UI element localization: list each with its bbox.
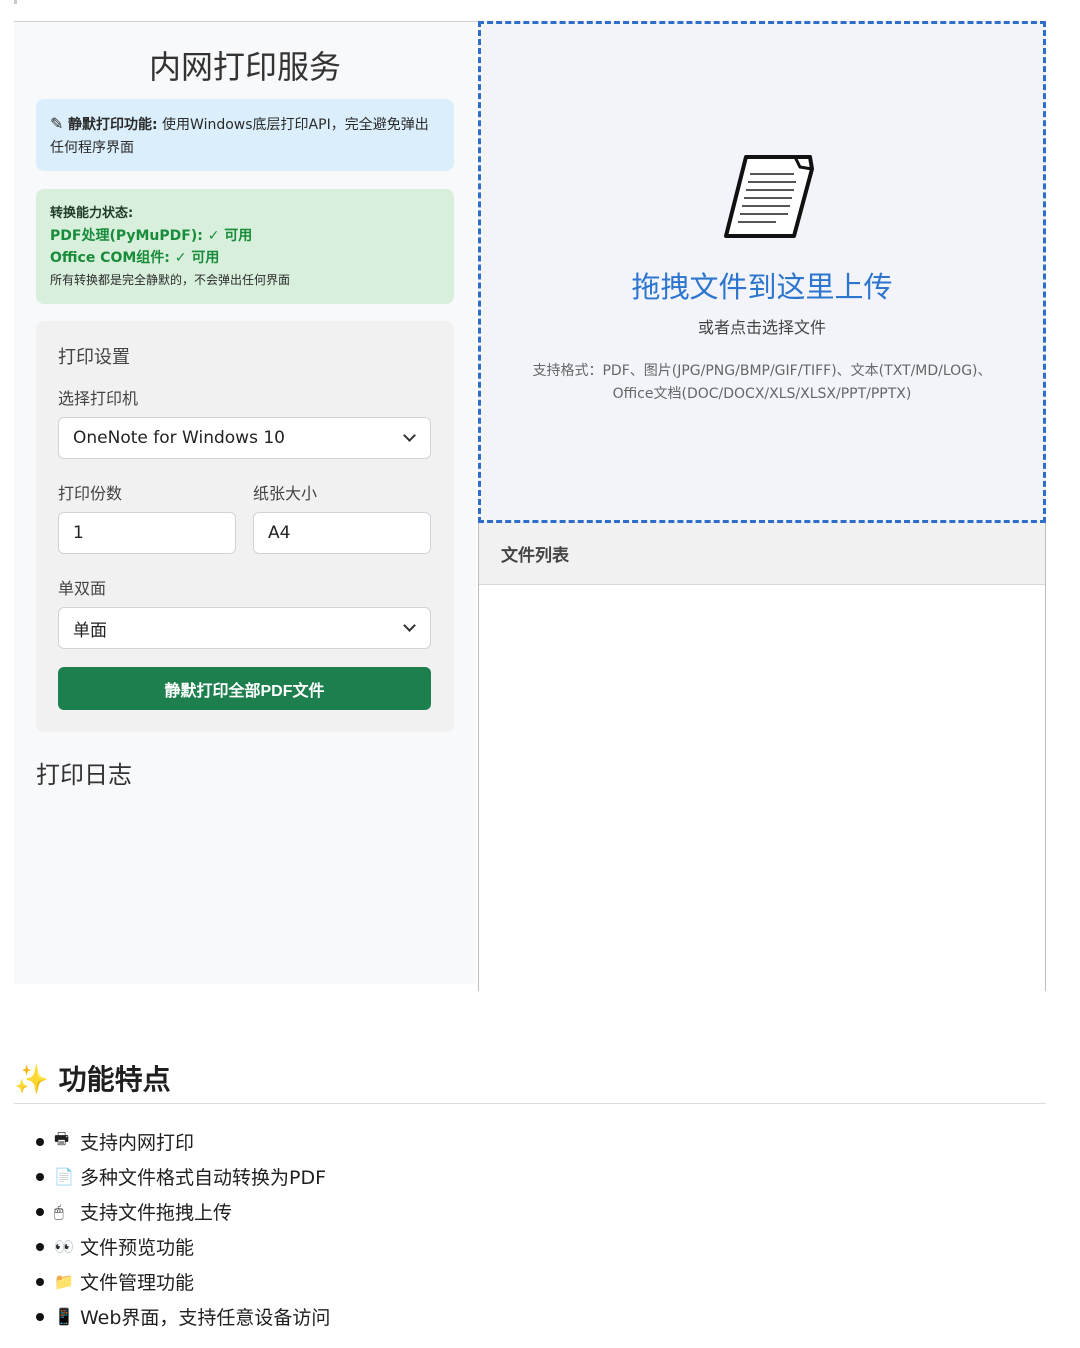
conversion-status: 转换能力状态: PDF处理(PyMuPDF): ✓ 可用 Office COM组… xyxy=(36,189,454,304)
sparkles-icon: ✨ xyxy=(14,1063,49,1096)
mouse-icon: 🖱 xyxy=(54,1201,64,1221)
status-title: 转换能力状态: xyxy=(50,206,134,221)
list-item: 📱 Web界面，支持任意设备访问 xyxy=(36,1299,330,1334)
features-title: 功能特点 xyxy=(58,1063,171,1096)
paper-size-value: A4 xyxy=(268,523,291,543)
list-item: 🖶 支持内网打印 xyxy=(36,1124,330,1159)
page-title: 内网打印服务 xyxy=(148,48,341,86)
folder-icon: 📁 xyxy=(54,1272,74,1291)
bullet xyxy=(36,1242,44,1251)
features-divider xyxy=(14,1103,1046,1104)
mobile-icon: 📱 xyxy=(54,1307,74,1326)
printer-icon: 🖶 xyxy=(54,1129,70,1148)
feature-text: 支持内网打印 xyxy=(80,1132,195,1154)
info-label: 静默打印功能: xyxy=(68,117,158,133)
supported-formats: 支持格式：PDF、图片(JPG/PNG/BMP/GIF/TIFF)、文本(TXT… xyxy=(491,360,1033,406)
print-settings-panel: 打印设置 选择打印机 OneNote for Windows 10 打印份数 1… xyxy=(36,321,454,732)
duplex-select-value: 单面 xyxy=(73,620,107,641)
paper-label: 纸张大小 xyxy=(253,484,318,503)
list-item: 📁 文件管理功能 xyxy=(36,1264,330,1299)
copies-input[interactable]: 1 xyxy=(58,512,236,554)
print-log-title: 打印日志 xyxy=(36,761,132,789)
feature-text: 多种文件格式自动转换为PDF xyxy=(80,1167,327,1189)
top-edge-mark xyxy=(14,0,17,4)
bullet xyxy=(36,1207,44,1216)
file-drop-zone[interactable]: 拖拽文件到这里上传 或者点击选择文件 支持格式：PDF、图片(JPG/PNG/B… xyxy=(478,21,1046,523)
feature-text: 支持文件拖拽上传 xyxy=(80,1202,233,1224)
file-list-title: 文件列表 xyxy=(479,523,1045,585)
duplex-label: 单双面 xyxy=(58,579,107,598)
file-list-panel: 文件列表 xyxy=(478,523,1046,991)
pdf-status: PDF处理(PyMuPDF): ✓ 可用 xyxy=(50,228,253,244)
page-icon: 📄 xyxy=(54,1167,74,1186)
list-item: 📄 多种文件格式自动转换为PDF xyxy=(36,1159,330,1194)
eyes-icon: 👀 xyxy=(54,1237,74,1256)
feature-text: 文件预览功能 xyxy=(80,1237,195,1259)
feature-text: 文件管理功能 xyxy=(80,1272,195,1294)
chevron-down-icon xyxy=(403,619,416,632)
left-panel: 内网打印服务 ✎ 静默打印功能: 使用Windows底层打印API，完全避免弹出任… xyxy=(14,22,476,984)
status-note: 所有转换都是完全静默的，不会弹出任何界面 xyxy=(50,273,291,287)
duplex-select[interactable]: 单面 xyxy=(58,607,431,649)
formats-line-1: 支持格式：PDF、图片(JPG/PNG/BMP/GIF/TIFF)、文本(TXT… xyxy=(532,363,992,379)
features-list: 🖶 支持内网打印 📄 多种文件格式自动转换为PDF 🖱 支持文件拖拽上传 👀 文… xyxy=(36,1124,330,1334)
bullet xyxy=(36,1137,44,1146)
printer-select[interactable]: OneNote for Windows 10 xyxy=(58,417,431,459)
features-heading: ✨ 功能特点 xyxy=(14,1058,171,1098)
formats-line-2: Office文档(DOC/DOCX/XLS/XLSX/PPT/PPTX) xyxy=(612,386,912,402)
printer-select-value: OneNote for Windows 10 xyxy=(73,428,285,448)
copies-label: 打印份数 xyxy=(58,484,123,503)
settings-heading: 打印设置 xyxy=(58,347,130,368)
silent-print-all-button[interactable]: 静默打印全部PDF文件 xyxy=(58,667,431,710)
bullet xyxy=(36,1277,44,1286)
drop-title: 拖拽文件到这里上传 xyxy=(631,270,893,304)
printer-label: 选择打印机 xyxy=(58,389,139,408)
list-item: 🖱 支持文件拖拽上传 xyxy=(36,1194,330,1229)
pencil-icon: ✎ xyxy=(50,114,64,133)
list-item: 👀 文件预览功能 xyxy=(36,1229,330,1264)
bullet xyxy=(36,1312,44,1321)
silent-print-info: ✎ 静默打印功能: 使用Windows底层打印API，完全避免弹出任何程序界面 xyxy=(36,99,454,171)
copies-value: 1 xyxy=(73,523,84,543)
bullet xyxy=(36,1172,44,1181)
office-status: Office COM组件: ✓ 可用 xyxy=(50,250,220,266)
feature-text: Web界面，支持任意设备访问 xyxy=(80,1307,331,1329)
drop-subtitle: 或者点击选择文件 xyxy=(697,318,826,337)
paper-size-input[interactable]: A4 xyxy=(253,512,431,554)
chevron-down-icon xyxy=(403,429,416,442)
document-icon xyxy=(724,155,814,238)
